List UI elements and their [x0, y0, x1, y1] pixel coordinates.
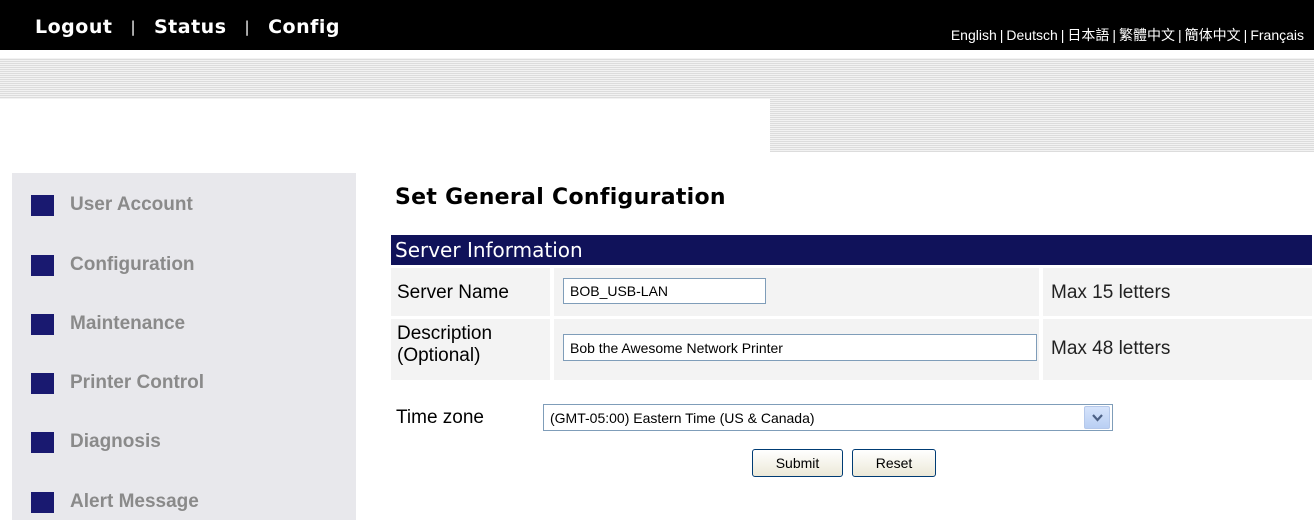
description-input[interactable]	[563, 334, 1037, 361]
description-label: Description	[397, 323, 493, 344]
server-name-note: Max 15 letters	[1051, 282, 1171, 303]
square-bullet-icon	[31, 254, 54, 276]
sidebar-item-user-account[interactable]: User Account	[31, 192, 193, 218]
header-band-cutout	[0, 99, 1314, 152]
square-bullet-icon	[31, 491, 54, 513]
server-name-input[interactable]	[563, 278, 766, 304]
language-deutsch[interactable]: Deutsch	[1006, 27, 1057, 43]
sidebar-item-alert-message[interactable]: Alert Message	[31, 489, 199, 515]
language-french[interactable]: Français	[1250, 27, 1304, 43]
top-nav: Logout | Status | Config	[35, 16, 340, 38]
sidebar-item-label: Alert Message	[70, 491, 199, 512]
reset-button[interactable]: Reset	[852, 449, 936, 477]
language-english[interactable]: English	[951, 27, 997, 43]
sidebar-item-configuration[interactable]: Configuration	[31, 252, 195, 278]
sidebar-item-label: Diagnosis	[70, 431, 161, 452]
time-zone-selected-value: (GMT-05:00) Eastern Time (US & Canada)	[550, 409, 815, 426]
section-header: Server Information	[391, 235, 1312, 265]
logout-link[interactable]: Logout	[35, 16, 112, 38]
language-selector: English | Deutsch | 日本語 | 繁體中文 | 簡体中文 | Français	[950, 27, 1304, 43]
description-label-cell: Description (Optional)	[391, 319, 550, 380]
description-input-cell	[554, 319, 1039, 380]
status-link[interactable]: Status	[154, 16, 227, 38]
time-zone-select[interactable]: (GMT-05:00) Eastern Time (US & Canada)	[543, 404, 1113, 431]
nav-separator: |	[130, 18, 136, 36]
sidebar-item-diagnosis[interactable]: Diagnosis	[31, 429, 161, 455]
description-note-cell: Max 48 letters	[1043, 319, 1312, 380]
square-bullet-icon	[31, 194, 54, 216]
nav-separator: |	[244, 18, 251, 36]
sidebar-item-label: Maintenance	[70, 313, 186, 334]
description-optional-label: (Optional)	[397, 345, 481, 366]
description-note: Max 48 letters	[1051, 338, 1171, 359]
time-zone-label: Time zone	[396, 407, 484, 428]
top-bar: Logout | Status | Config English | Deutsch | 日本語…	[0, 0, 1314, 50]
server-name-note-cell: Max 15 letters	[1043, 268, 1312, 316]
sidebar-item-label: User Account	[70, 194, 193, 215]
sidebar-item-maintenance[interactable]: Maintenance	[31, 311, 185, 337]
sidebar-item-label: Printer Control	[70, 372, 205, 393]
config-link[interactable]: Config	[268, 16, 340, 38]
chevron-down-icon[interactable]	[1084, 406, 1110, 429]
sidebar-item-printer-control[interactable]: Printer Control	[31, 370, 204, 396]
section-header-label: Server Information	[395, 238, 583, 262]
sidebar-item-label: Configuration	[70, 254, 195, 275]
square-bullet-icon	[31, 372, 54, 394]
page-title: Set General Configuration	[395, 185, 726, 210]
square-bullet-icon	[31, 313, 54, 335]
square-bullet-icon	[31, 431, 54, 453]
language-simplified-chinese[interactable]: 簡体中文	[1185, 27, 1241, 43]
server-name-label: Server Name	[397, 282, 509, 303]
sidebar: User Account Configuration Maintenance P…	[12, 173, 356, 520]
server-name-input-cell	[554, 268, 1039, 316]
language-japanese[interactable]: 日本語	[1067, 27, 1109, 43]
server-name-label-cell: Server Name	[391, 268, 550, 316]
language-traditional-chinese[interactable]: 繁體中文	[1119, 27, 1175, 43]
submit-button[interactable]: Submit	[752, 449, 843, 477]
